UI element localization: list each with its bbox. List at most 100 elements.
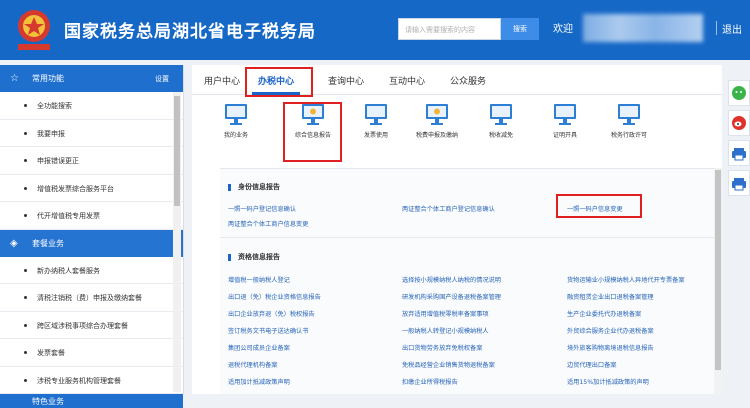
link-item[interactable]: 融资租赁企业出口退税备案管理 bbox=[567, 292, 654, 301]
bullet-icon bbox=[24, 268, 27, 272]
sidebar-settings-link[interactable]: 设置 bbox=[155, 74, 169, 84]
wechat-button[interactable] bbox=[728, 80, 750, 106]
tab-query-center[interactable]: 查询中心 bbox=[328, 74, 364, 87]
section-title-identity: 身份信息报告 bbox=[228, 183, 280, 191]
bullet-icon bbox=[24, 323, 27, 327]
tab-public-service[interactable]: 公众服务 bbox=[450, 74, 486, 87]
bullet-icon bbox=[24, 159, 27, 162]
monitor-icon bbox=[225, 104, 247, 125]
app-button[interactable] bbox=[728, 170, 750, 196]
highlight-box-function bbox=[283, 102, 342, 162]
monitor-icon bbox=[490, 104, 512, 125]
link-item[interactable]: 适用加计抵减政策声明 bbox=[228, 377, 290, 386]
link-item[interactable]: 增值税一般纳税人登记 bbox=[228, 275, 290, 284]
link-item[interactable]: 外贸综合服务企业代办退税备案 bbox=[567, 326, 654, 335]
link-item[interactable]: 一般纳税人转登记小规模纳税人 bbox=[402, 326, 489, 335]
sidebar-item[interactable]: 申报错误更正 bbox=[0, 147, 183, 175]
star-icon: ☆ bbox=[10, 73, 19, 84]
sidebar-item[interactable]: 跨区域涉税事项综合办理套餐 bbox=[0, 312, 183, 339]
func-tax-reduction[interactable]: 税收减免 bbox=[473, 101, 529, 139]
link-item[interactable]: 放弃适用增值税零税率备案事项 bbox=[402, 309, 489, 318]
weibo-button[interactable] bbox=[728, 110, 750, 136]
header-bar: 国家税务总局湖北省电子税务局 请输入需要搜索的内容 搜索 欢迎 退出 bbox=[0, 0, 750, 60]
username-blurred bbox=[583, 14, 703, 42]
printer-icon bbox=[732, 148, 746, 161]
link-item[interactable]: 出口货物劳务放弃免税权备案 bbox=[402, 343, 482, 352]
highlight-box-link bbox=[556, 194, 642, 218]
tab-user-center[interactable]: 用户中心 bbox=[204, 74, 240, 87]
func-invoice-use[interactable]: 发票使用 bbox=[348, 101, 404, 139]
func-my-business[interactable]: 我的业务 bbox=[208, 101, 264, 139]
sidebar-item[interactable]: 全功能搜索 bbox=[0, 92, 183, 120]
sidebar-special-title: 特色业务 bbox=[32, 397, 64, 406]
float-toolbar bbox=[728, 80, 750, 200]
sidebar-package-header[interactable]: ◈ 套餐业务 bbox=[0, 229, 183, 257]
link-item[interactable]: 出口企业放弃退（免）税权报告 bbox=[228, 309, 315, 318]
link-item[interactable]: 选择按小规模纳税人纳税的情况说明 bbox=[402, 275, 501, 284]
main-scrollbar[interactable] bbox=[714, 168, 722, 394]
welcome-text: 欢迎 bbox=[553, 24, 573, 35]
header-divider bbox=[716, 21, 717, 35]
sidebar-special-header[interactable]: 特色业务 bbox=[0, 394, 183, 408]
sidebar-item[interactable]: 我要申报 bbox=[0, 120, 183, 147]
monitor-icon bbox=[365, 104, 387, 125]
tax-emblem-logo bbox=[18, 10, 50, 50]
link-item[interactable]: 两证整合个体工商户信息变更 bbox=[228, 219, 308, 228]
bullet-icon bbox=[24, 351, 27, 354]
func-admin-license[interactable]: 税务行政许可 bbox=[601, 101, 657, 139]
link-item[interactable]: 一照一码户登记信息确认 bbox=[228, 204, 296, 213]
link-item[interactable]: 境外旅客购物离境退税信息报告 bbox=[567, 343, 654, 352]
bullet-icon bbox=[24, 186, 27, 190]
sidebar-item[interactable]: 涉税专业服务机构管理套餐 bbox=[0, 367, 183, 394]
search-button[interactable]: 搜索 bbox=[501, 18, 539, 40]
link-item[interactable]: 适用15%加计抵减政策的声明 bbox=[567, 377, 649, 386]
sidebar-item[interactable]: 新办纳税人套餐服务 bbox=[0, 257, 183, 284]
func-tax-filing[interactable]: 税费申报及缴纳 bbox=[409, 101, 465, 139]
bullet-icon bbox=[24, 296, 27, 299]
link-item[interactable]: 货物运输业小规模纳税人异地代开专票备案 bbox=[567, 275, 685, 284]
link-item[interactable]: 研发机构采购国产设备退税备案管理 bbox=[402, 292, 501, 301]
layers-icon: ◈ bbox=[10, 237, 18, 249]
logout-link[interactable]: 退出 bbox=[722, 21, 742, 36]
sidebar-common-header[interactable]: ☆ 常用功能 设置 bbox=[0, 65, 183, 92]
scrollbar-thumb[interactable] bbox=[174, 96, 180, 206]
section-title-qualification: 资格信息报告 bbox=[228, 253, 280, 261]
monitor-icon bbox=[618, 104, 640, 125]
bullet-icon bbox=[24, 104, 27, 107]
search-input[interactable]: 请输入需要搜索的内容 bbox=[398, 18, 501, 40]
scrollbar-thumb[interactable] bbox=[715, 170, 721, 370]
section-divider bbox=[220, 237, 714, 238]
monitor-sun-icon bbox=[426, 104, 448, 125]
monitor-icon bbox=[554, 104, 576, 125]
link-item[interactable]: 免税品经营企业销售货物退税备案 bbox=[402, 360, 495, 369]
link-item[interactable]: 出口退（免）税企业资格信息报告 bbox=[228, 292, 321, 301]
sidebar-scrollbar[interactable] bbox=[173, 92, 181, 392]
link-item[interactable]: 边贸代理出口备案 bbox=[567, 360, 617, 369]
tab-interaction-center[interactable]: 互动中心 bbox=[389, 74, 425, 87]
link-item[interactable]: 退税代理机构备案 bbox=[228, 360, 278, 369]
function-icons-row: 我的业务 综合信息报告 发票使用 税费申报及缴纳 税收减免 证明开具 税务行政许… bbox=[192, 101, 722, 165]
sidebar-item[interactable]: 代开增值税专用发票 bbox=[0, 202, 183, 230]
sidebar-item[interactable]: 发票套餐 bbox=[0, 339, 183, 367]
link-item[interactable]: 扣缴企业所得税报告 bbox=[402, 377, 458, 386]
weibo-icon bbox=[732, 116, 746, 130]
link-item[interactable]: 两证整合个体工商户登记信息确认 bbox=[402, 204, 495, 213]
main-panel: 用户中心 办税中心 查询中心 互动中心 公众服务 我的业务 综合信息报告 发票使… bbox=[192, 65, 722, 394]
sidebar-common-title: 常用功能 bbox=[32, 74, 64, 83]
printer-icon bbox=[732, 178, 746, 191]
site-title: 国家税务总局湖北省电子税务局 bbox=[64, 22, 316, 42]
link-item[interactable]: 生产企业委托代办退税备案 bbox=[567, 309, 641, 318]
sidebar-package-title: 套餐业务 bbox=[32, 238, 64, 248]
bullet-icon bbox=[24, 214, 27, 217]
bullet-icon bbox=[24, 131, 27, 135]
sidebar-item[interactable]: 增值税发票综合服务平台 bbox=[0, 175, 183, 202]
link-item[interactable]: 签订税务文书电子送达确认书 bbox=[228, 326, 308, 335]
highlight-box-tab bbox=[245, 67, 313, 97]
app-button[interactable] bbox=[728, 140, 750, 166]
sidebar-item[interactable]: 清税注销税（费）申报及缴纳套餐 bbox=[0, 284, 183, 312]
bullet-icon bbox=[24, 378, 27, 382]
link-item[interactable]: 集团公司成员企业备案 bbox=[228, 343, 290, 352]
func-certificate-issue[interactable]: 证明开具 bbox=[537, 101, 593, 139]
wechat-icon bbox=[732, 86, 746, 100]
sidebar: ☆ 常用功能 设置 全功能搜索 我要申报 申报错误更正 增值税发票综合服务平台 … bbox=[0, 65, 184, 408]
